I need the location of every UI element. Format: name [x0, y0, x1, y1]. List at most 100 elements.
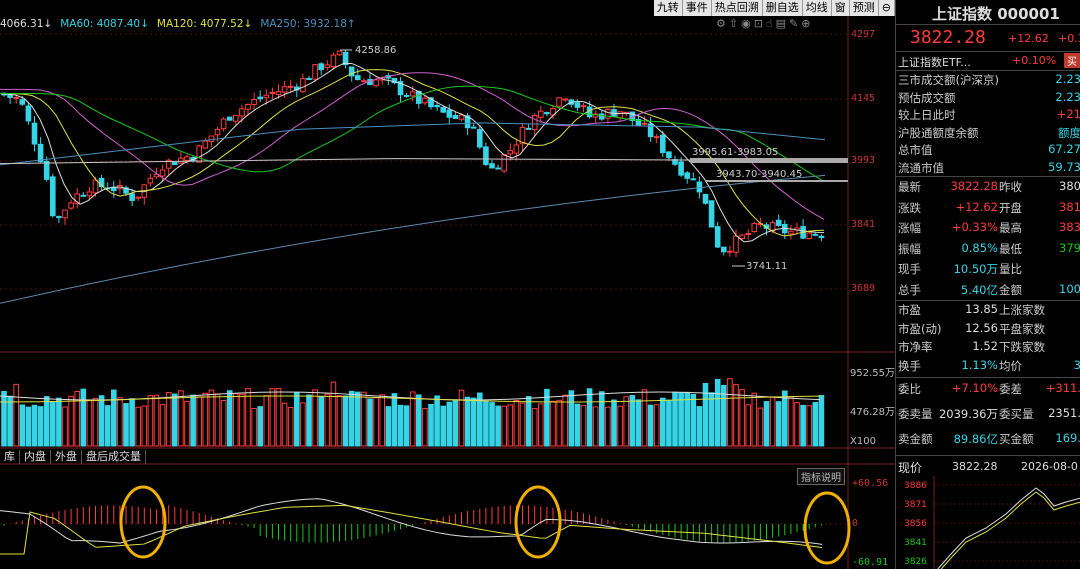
stat-row: 预估成交额 2.23 — [898, 90, 1080, 109]
up-icon[interactable]: ⇧ — [729, 17, 741, 30]
stat-row: 涨幅 +0.33% 最高 383 — [898, 220, 1080, 239]
stat-value: 2.23 — [1055, 89, 1080, 104]
volume-bar — [696, 406, 703, 447]
candle-body — [251, 98, 257, 105]
toolbar-remove-watch-button[interactable]: 删自选 — [762, 0, 803, 16]
stat-row: 卖金额 89.86亿 买金额 169. — [898, 431, 1080, 450]
intraday-mini-chart[interactable]: 3886 3871 3856 3841 3826 — [896, 476, 1080, 569]
price-change-pct: +0.3 — [1058, 32, 1080, 45]
etf-buy-button[interactable]: 买 — [1064, 53, 1080, 68]
candle-body — [440, 106, 446, 113]
toolbar-forecast-button[interactable]: 预测 — [849, 0, 879, 16]
low-annotation: 3741.11 — [746, 261, 787, 272]
tab-inner[interactable]: 内盘 — [20, 450, 51, 464]
candle-body — [409, 91, 416, 97]
volume-bar — [775, 401, 782, 447]
candle-body — [312, 64, 318, 80]
volume-bar — [129, 398, 135, 447]
stat-row: 较上日此时 +21 — [898, 107, 1080, 126]
stat-value: 379 — [1059, 240, 1080, 255]
toolbar-window-button[interactable]: 窗 — [831, 0, 850, 16]
stat-label: 量比 — [999, 262, 1022, 276]
volume-bar — [312, 389, 318, 447]
volume-bar — [751, 392, 758, 447]
eye-icon[interactable]: ◉ — [741, 17, 754, 30]
stat-value: +311. — [1045, 381, 1080, 395]
candle-body — [111, 186, 117, 192]
toolbar-jiuzhuan-button[interactable]: 九转 — [653, 0, 683, 16]
candle-body — [324, 64, 331, 69]
volume-bar — [318, 395, 324, 447]
volume-bar — [300, 402, 306, 447]
kline-chart-area[interactable]: 4258.86 3741.11 3995.61-3983.05 3943.70-394… — [0, 0, 895, 569]
volume-bar — [452, 399, 459, 447]
toolbar-hotspot-button[interactable]: 热点回溯 — [711, 0, 763, 16]
lock-icon[interactable]: ⊡ — [754, 17, 766, 30]
volume-bar — [269, 388, 276, 447]
tab-library[interactable]: 库 — [0, 450, 20, 464]
volume-bar — [159, 404, 166, 447]
volume-bar — [580, 405, 587, 447]
stat-row: 最新 3822.28 昨收 380 — [898, 179, 1080, 198]
zoom-icon[interactable]: ⊕ — [801, 17, 813, 30]
volume-bar — [745, 404, 752, 447]
stat-label: 流通市值 — [898, 160, 944, 175]
volume-bar — [342, 395, 349, 447]
candle-body — [196, 145, 202, 163]
volume-bar — [556, 399, 562, 447]
volume-bar — [391, 393, 398, 447]
volume-bar — [525, 396, 532, 447]
edit-icon[interactable]: ✎ — [789, 17, 801, 30]
volume-bar — [714, 378, 721, 447]
stat-label: 金额 — [999, 282, 1022, 297]
stat-value: 1.52 — [972, 339, 998, 353]
candle-body — [458, 114, 465, 120]
stat-value: 0.85% — [961, 240, 998, 255]
volume-bar — [794, 402, 800, 447]
candle-body — [220, 118, 227, 130]
indicator-explain-button[interactable]: 指标说明 — [797, 468, 845, 485]
candle-body — [660, 134, 666, 154]
stat-label: 下跌家数 — [999, 340, 1045, 354]
toolbar-ma-button[interactable]: 均线 — [802, 0, 832, 16]
ma-legend: 4066.31↓ MA60: 4087.40↓ MA120: 4077.52↓ MA2… — [0, 18, 364, 30]
volume-bar — [324, 393, 331, 447]
volume-bar — [62, 406, 68, 447]
volume-bar — [111, 389, 117, 447]
chart-icon[interactable]: ▤ — [776, 17, 789, 30]
stat-value: 3 — [1073, 357, 1080, 372]
toolbar-events-button[interactable]: 事件 — [682, 0, 712, 16]
close-icon[interactable]: ⊖ — [878, 0, 895, 16]
stat-label: 最低 — [999, 241, 1022, 256]
volume-bar — [361, 391, 367, 447]
stat-value: +0.33% — [951, 220, 998, 234]
volume-bar — [281, 402, 288, 447]
volume-bar — [592, 406, 599, 447]
candle-body — [135, 196, 141, 199]
volume-bar — [422, 408, 428, 447]
volume-bar — [550, 400, 556, 447]
volume-bar — [367, 398, 373, 447]
hand-icon[interactable]: ☝ — [766, 17, 776, 30]
stat-value: 67.27 — [1048, 142, 1080, 156]
settings-icon[interactable]: ⚙ — [716, 17, 729, 30]
volume-bar — [56, 397, 62, 447]
etf-name[interactable]: 上证指数ETF... — [898, 54, 971, 70]
stat-value: 10.50万 — [953, 262, 998, 276]
candle-body — [599, 113, 605, 120]
volume-bar — [818, 395, 825, 447]
volume-bar — [489, 402, 495, 447]
kline-svg[interactable]: 4258.86 3741.11 3995.61-3983.05 3943.70-394… — [0, 0, 895, 569]
candle-body — [50, 176, 56, 217]
candle-body — [281, 86, 288, 93]
volume-bar — [239, 393, 245, 447]
stat-row: 市盈 13.85 上涨家数 — [898, 302, 1080, 321]
candle-body — [477, 129, 483, 148]
candle-body — [37, 143, 44, 163]
macd-axis-label: +60.56 — [852, 478, 889, 489]
candle-body — [745, 233, 752, 236]
tab-outer[interactable]: 外盘 — [51, 450, 82, 464]
tab-after-hours-volume[interactable]: 盘后成交量 — [82, 450, 146, 464]
volume-bar — [50, 401, 56, 447]
stat-value: 380 — [1059, 179, 1080, 193]
